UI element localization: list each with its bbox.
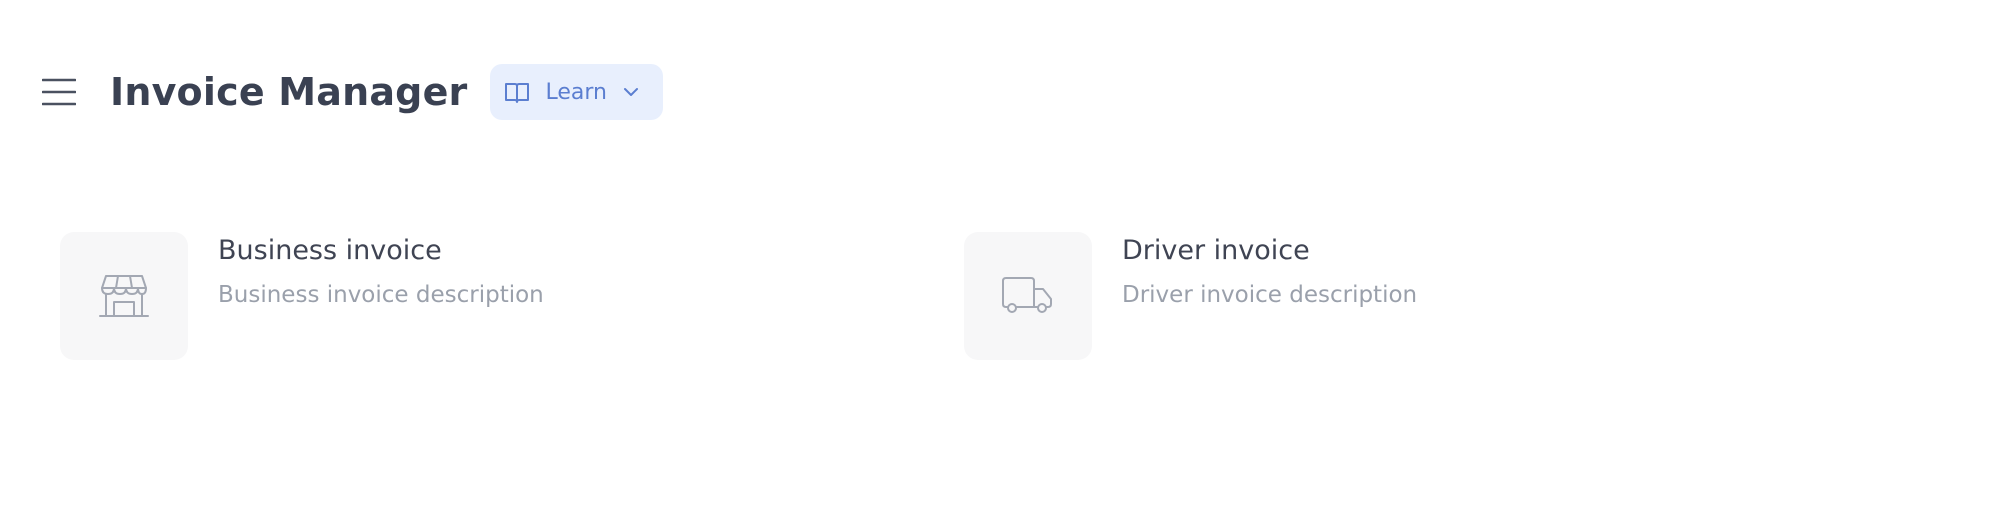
menu-button[interactable] xyxy=(40,73,78,111)
card-title: Business invoice xyxy=(218,235,442,266)
learn-label: Learn xyxy=(545,79,608,105)
app-header: Invoice Manager Learn xyxy=(40,64,663,120)
business-invoice-icon-tile xyxy=(60,232,188,360)
business-invoice-text: Business invoice Business invoice descri… xyxy=(218,232,544,310)
learn-button[interactable]: Learn xyxy=(489,64,663,120)
driver-invoice-icon-tile xyxy=(964,232,1092,360)
driver-invoice-text: Driver invoice Driver invoice descriptio… xyxy=(1122,232,1417,310)
card-description: Business invoice description xyxy=(218,282,544,308)
driver-invoice-card[interactable]: Driver invoice Driver invoice descriptio… xyxy=(964,232,1417,360)
storefront-icon xyxy=(99,275,149,317)
truck-icon xyxy=(1002,277,1052,313)
hamburger-menu-icon xyxy=(42,78,76,106)
book-icon xyxy=(504,81,530,103)
page-title: Invoice Manager xyxy=(110,70,468,114)
chevron-down-icon xyxy=(623,87,639,97)
card-description: Driver invoice description xyxy=(1122,282,1418,308)
business-invoice-card[interactable]: Business invoice Business invoice descri… xyxy=(60,232,544,360)
card-title: Driver invoice xyxy=(1122,235,1310,266)
